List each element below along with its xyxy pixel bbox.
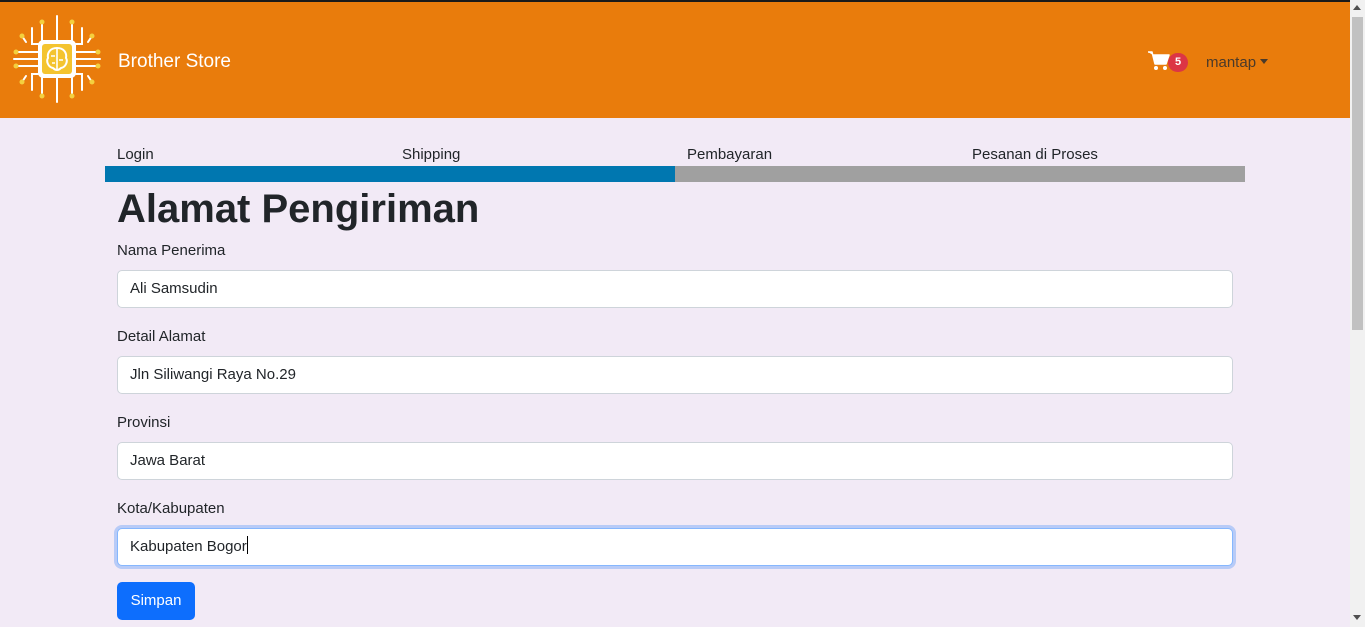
step-pesanan-diproses: Pesanan di Proses <box>972 146 1098 163</box>
caret-down-icon <box>1260 59 1269 64</box>
field-nama-penerima: Nama Penerima Ali Samsudin <box>117 242 1233 308</box>
cart-count-badge: 5 <box>1168 53 1188 72</box>
checkout-steps: Login Shipping Pembayaran Pesanan di Pro… <box>105 144 1245 182</box>
field-detail-alamat: Detail Alamat Jln Siliwangi Raya No.29 <box>117 328 1233 394</box>
label-kota-kabupaten: Kota/Kabupaten <box>117 500 225 517</box>
nama-penerima-input[interactable]: Ali Samsudin <box>117 270 1233 308</box>
circuit-brain-icon[interactable] <box>12 14 102 104</box>
checkout-progress-track <box>105 166 1245 182</box>
navbar: Brother Store 5 mantap <box>0 2 1350 118</box>
label-nama-penerima: Nama Penerima <box>117 242 226 259</box>
label-provinsi: Provinsi <box>117 414 171 431</box>
scroll-up-arrow-icon[interactable] <box>1353 5 1361 10</box>
label-detail-alamat: Detail Alamat <box>117 328 206 345</box>
field-kota-kabupaten: Kota/Kabupaten Kabupaten Bogor <box>117 500 1233 566</box>
shopping-cart-icon[interactable] <box>1148 51 1170 71</box>
kota-kabupaten-input[interactable]: Kabupaten Bogor <box>117 528 1233 566</box>
text-cursor <box>246 536 248 554</box>
field-provinsi: Provinsi Jawa Barat <box>117 414 1233 480</box>
step-pembayaran: Pembayaran <box>687 146 773 163</box>
step-login: Login <box>117 146 154 163</box>
user-menu-toggle[interactable]: mantap <box>1206 54 1269 72</box>
page-title: Alamat Pengiriman <box>117 187 480 231</box>
scroll-down-arrow-icon[interactable] <box>1353 615 1361 620</box>
user-name: mantap <box>1206 54 1257 71</box>
kota-kabupaten-value: Kabupaten Bogor <box>130 538 247 555</box>
detail-alamat-input[interactable]: Jln Siliwangi Raya No.29 <box>117 356 1233 394</box>
checkout-progress-fill <box>105 166 675 182</box>
simpan-button[interactable]: Simpan <box>117 582 195 620</box>
page-scrollbar[interactable] <box>1350 0 1365 627</box>
provinsi-input[interactable]: Jawa Barat <box>117 442 1233 480</box>
step-shipping: Shipping <box>402 146 461 163</box>
brand-name[interactable]: Brother Store <box>118 51 231 73</box>
scrollbar-thumb[interactable] <box>1352 17 1363 330</box>
